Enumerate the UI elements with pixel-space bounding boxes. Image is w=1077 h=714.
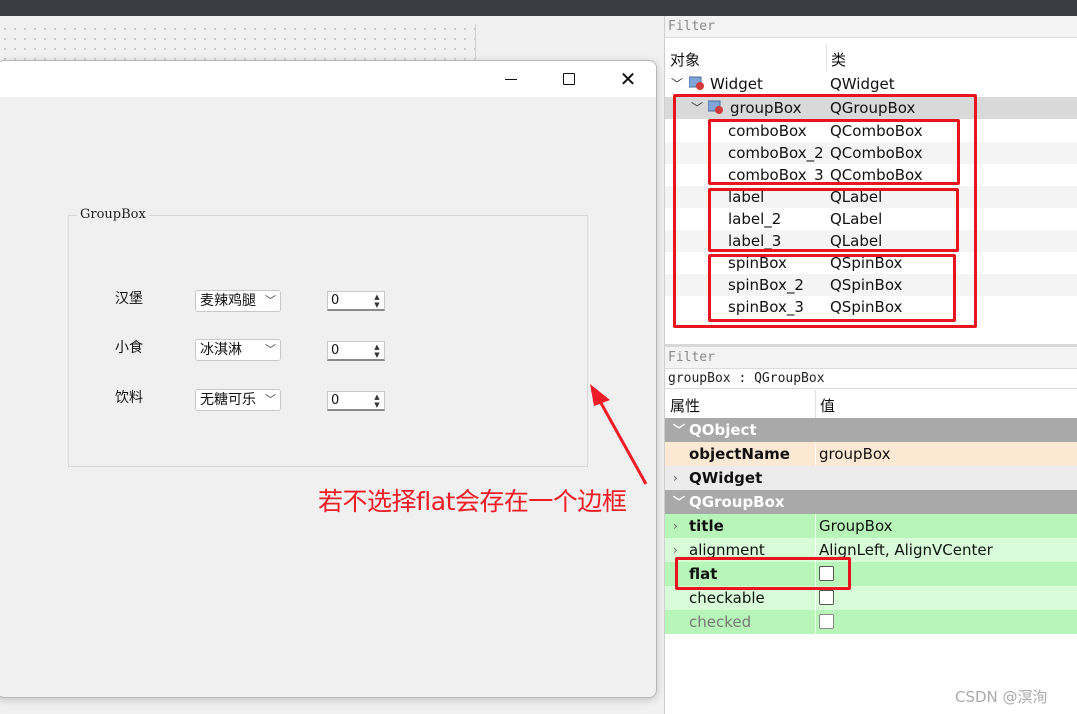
col-property-header[interactable]: 属性 [670, 395, 700, 416]
highlight-comboboxes [708, 119, 960, 185]
arrow-up-icon[interactable]: ▲ [371, 393, 383, 401]
maximize-button[interactable] [546, 61, 592, 97]
arrow-down-icon[interactable]: ▼ [371, 401, 383, 409]
col-value-header[interactable]: 值 [820, 395, 835, 416]
property-editor-header: 属性 值 [665, 390, 1077, 418]
col-class-header[interactable]: 类 [831, 49, 846, 70]
category-qobject[interactable]: ﹀ QObject [665, 418, 1077, 442]
chevron-down-icon: ﹀ [265, 294, 276, 307]
chevron-down-icon[interactable]: ﹀ [673, 418, 685, 442]
prop-checked[interactable]: checked [665, 610, 1077, 634]
checkable-checkbox[interactable] [819, 590, 834, 605]
chevron-down-icon: ﹀ [265, 393, 276, 406]
label-drink: 饮料 [115, 390, 143, 406]
arrow-down-icon[interactable]: ▼ [371, 301, 383, 309]
preview-window: ✕ GroupBox 汉堡 麦辣鸡腿 ﹀ 0 ▲ ▼ 小食 冰淇淋 ﹀ 0 ▲ ▼ 饮料 无… [0, 60, 657, 698]
window-titlebar: ✕ [0, 61, 656, 97]
minimize-button[interactable] [488, 61, 534, 97]
minimize-icon [505, 78, 517, 80]
arrow-up-icon[interactable]: ▲ [371, 293, 383, 301]
property-filter-input[interactable]: Filter [665, 347, 1077, 369]
spin-box-snack[interactable]: 0 ▲ ▼ [327, 341, 385, 361]
object-filter-input[interactable]: Filter [665, 16, 1077, 38]
category-qgroupbox[interactable]: ﹀ QGroupBox [665, 490, 1077, 514]
tree-row-widget[interactable]: ﹀ Widget QWidget [665, 73, 1077, 95]
arrow-up-icon[interactable]: ▲ [371, 343, 383, 351]
chevron-down-icon[interactable]: ﹀ [673, 490, 685, 514]
combo-box-hamburger[interactable]: 麦辣鸡腿 ﹀ [195, 290, 281, 312]
chevron-right-icon[interactable]: › [673, 514, 678, 538]
prop-title[interactable]: › title GroupBox [665, 514, 1077, 538]
spin-box-drink[interactable]: 0 ▲ ▼ [327, 391, 385, 411]
designer-canvas: ✕ GroupBox 汉堡 麦辣鸡腿 ﹀ 0 ▲ ▼ 小食 冰淇淋 ﹀ 0 ▲ ▼ 饮料 无… [0, 16, 664, 714]
annotation-arrow [590, 384, 648, 485]
chevron-down-icon: ﹀ [265, 343, 276, 356]
maximize-icon [563, 73, 575, 85]
close-button[interactable]: ✕ [605, 61, 651, 97]
top-bar [0, 0, 1077, 16]
close-icon: ✕ [619, 67, 637, 91]
highlight-flat [675, 557, 851, 590]
chevron-right-icon[interactable]: › [673, 466, 678, 490]
label-snack: 小食 [115, 340, 143, 356]
arrow-down-icon[interactable]: ▼ [371, 351, 383, 359]
chevron-down-icon[interactable]: ﹀ [671, 73, 683, 95]
checked-checkbox [819, 614, 834, 629]
watermark: CSDN @溟洵 [955, 688, 1048, 706]
category-qwidget[interactable]: › QWidget [665, 466, 1077, 490]
col-object-header[interactable]: 对象 [670, 49, 700, 70]
highlight-labels [708, 188, 959, 252]
label-hamburger: 汉堡 [115, 291, 143, 307]
widget-icon [689, 76, 704, 90]
spin-box-hamburger[interactable]: 0 ▲ ▼ [327, 291, 385, 311]
object-inspector-header: 对象 类 [665, 45, 1077, 71]
form-grid [0, 24, 476, 64]
group-box-title: GroupBox [77, 207, 149, 222]
combo-box-drink[interactable]: 无糖可乐 ﹀ [195, 389, 281, 411]
highlight-spinboxes [708, 254, 956, 322]
combo-box-snack[interactable]: 冰淇淋 ﹀ [195, 339, 281, 361]
current-object-label: groupBox : QGroupBox [665, 369, 1077, 389]
prop-objectname[interactable]: objectName groupBox [665, 442, 1077, 466]
annotation-text: 若不选择flat会存在一个边框 [318, 487, 627, 516]
group-box: GroupBox 汉堡 麦辣鸡腿 ﹀ 0 ▲ ▼ 小食 冰淇淋 ﹀ 0 ▲ ▼ 饮料 无糖可… [68, 207, 588, 467]
